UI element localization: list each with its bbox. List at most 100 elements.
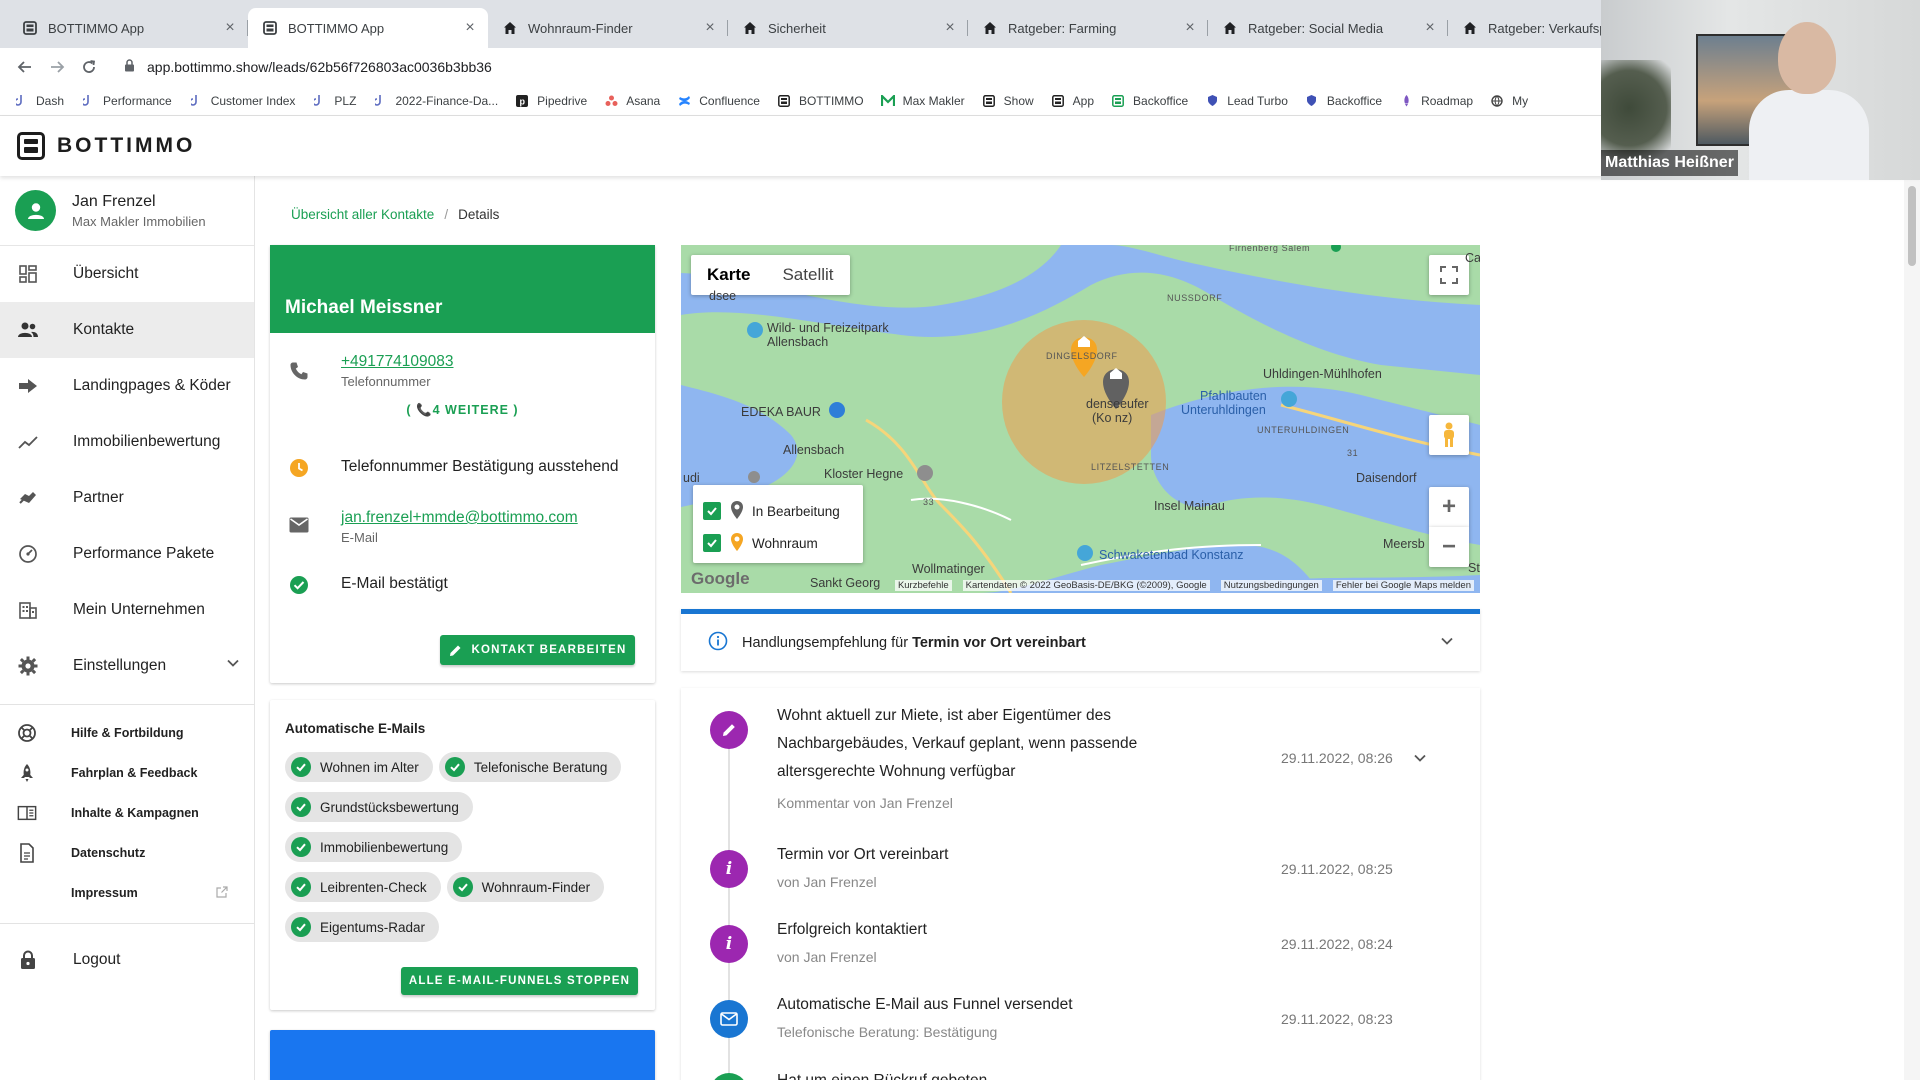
email-funnel-chip[interactable]: Eigentums-Radar <box>285 912 440 942</box>
sidebar-item-kontakte[interactable]: Kontakte <box>0 302 254 358</box>
bookmark-app[interactable]: App <box>1051 94 1094 108</box>
breadcrumb-parent-link[interactable]: Übersicht aller Kontakte <box>291 207 434 222</box>
map[interactable]: Karte Satellit + − In Bearbeitung Wohnra… <box>681 245 1480 593</box>
chevron-down-icon[interactable] <box>1413 751 1427 770</box>
bookmark-roadmap[interactable]: Roadmap <box>1399 94 1473 108</box>
checkbox-checked-icon[interactable] <box>703 502 721 520</box>
browser-tab-bottimmo-2[interactable]: BOTTIMMO App × <box>248 8 488 48</box>
email-funnel-chip[interactable]: Leibrenten-Check <box>285 872 441 902</box>
bookmark-my[interactable]: My <box>1490 94 1528 108</box>
edit-contact-button[interactable]: KONTAKT BEARBEITEN <box>440 635 635 665</box>
email-link[interactable]: jan.frenzel+mmde@bottimmo.com <box>341 509 578 526</box>
pencil-icon <box>449 645 461 656</box>
legend-wohnraum[interactable]: Wohnraum <box>703 531 818 555</box>
forward-icon[interactable] <box>42 52 72 82</box>
sidebar-item-uebersicht[interactable]: Übersicht <box>0 246 254 302</box>
chip-label: Eigentums-Radar <box>320 919 426 935</box>
sidebar-item-performance-pakete[interactable]: Performance Pakete <box>0 526 254 582</box>
sidebar-item-fahrplan[interactable]: Fahrplan & Feedback <box>0 753 254 793</box>
phone-link[interactable]: +491774109083 <box>341 353 454 370</box>
bookmark-confluence[interactable]: Confluence <box>677 94 760 108</box>
bottimmo-favicon <box>22 20 38 36</box>
close-icon[interactable]: × <box>462 19 478 37</box>
chevron-down-icon[interactable] <box>1440 634 1454 652</box>
legend-in-bearbeitung[interactable]: In Bearbeitung <box>703 499 840 523</box>
map-shortcuts-link[interactable]: Kurzbefehle <box>894 579 952 591</box>
close-icon[interactable]: × <box>222 19 238 37</box>
timeline-subtitle: Kommentar von Jan Frenzel <box>777 795 953 811</box>
secondary-navigation: Hilfe & Fortbildung Fahrplan & Feedback … <box>0 713 254 913</box>
chip-label: Grundstücksbewertung <box>320 799 459 815</box>
bottimmo-icon <box>982 94 996 108</box>
more-phone-numbers-button[interactable]: ( 📞4 WEITERE ) <box>270 403 655 418</box>
close-icon[interactable]: × <box>702 19 718 37</box>
bookmark-max-makler[interactable]: Max Makler <box>880 94 965 108</box>
map-type-satellit[interactable]: Satellit <box>766 255 849 295</box>
email-funnel-chip[interactable]: Grundstücksbewertung <box>285 792 473 822</box>
map-report-link[interactable]: Fehler bei Google Maps melden <box>1332 579 1474 591</box>
zoom-out-button[interactable]: − <box>1429 527 1469 567</box>
url-host: app.bottimmo.show <box>147 59 269 75</box>
map-label: Meersb <box>1383 537 1425 551</box>
close-icon[interactable]: × <box>942 19 958 37</box>
browser-tab-wohnraum-finder[interactable]: Wohnraum-Finder × <box>488 8 728 48</box>
fullscreen-button[interactable] <box>1429 255 1469 295</box>
zoom-in-button[interactable]: + <box>1429 487 1469 527</box>
map-terms-link[interactable]: Nutzungsbedingungen <box>1220 579 1322 591</box>
chevron-down-icon[interactable] <box>226 656 240 675</box>
bookmark-show[interactable]: Show <box>982 94 1034 108</box>
browser-tab-bottimmo-1[interactable]: BOTTIMMO App × <box>8 8 248 48</box>
sidebar-item-impressum[interactable]: Impressum <box>0 873 254 913</box>
logout-button[interactable]: Logout <box>0 932 254 988</box>
action-recommendation[interactable]: Handlungsempfehlung für Termin vor Ort v… <box>681 609 1480 671</box>
close-icon[interactable]: × <box>1182 19 1198 37</box>
map-label: denseeufer <box>1086 397 1149 411</box>
bookmark-customer-index[interactable]: Customer Index <box>189 94 295 108</box>
bookmark-lead-turbo[interactable]: Lead Turbo <box>1205 94 1288 108</box>
house-icon <box>742 20 758 36</box>
email-funnel-chip[interactable]: Wohnen im Alter <box>285 752 433 782</box>
address-bar[interactable]: app.bottimmo.show/leads/62b56f726803ac00… <box>124 59 492 75</box>
pegman-icon <box>1444 422 1454 447</box>
stop-all-funnels-button[interactable]: ALLE E-MAIL-FUNNELS STOPPEN <box>401 967 638 995</box>
sidebar-item-inhalte[interactable]: Inhalte & Kampagnen <box>0 793 254 833</box>
bookmark-asana[interactable]: Asana <box>604 94 660 108</box>
user-profile[interactable]: Jan Frenzel Max Makler Immobilien <box>0 176 254 246</box>
bookmark-bottimmo[interactable]: BOTTIMMO <box>777 94 864 108</box>
map-label: Wollmatinger <box>912 562 985 576</box>
sidebar-item-einstellungen[interactable]: Einstellungen <box>0 638 254 694</box>
browser-tab-social-media[interactable]: Ratgeber: Social Media × <box>1208 8 1448 48</box>
bookmark-plz[interactable]: PLZ <box>312 94 356 108</box>
email-funnel-chip[interactable]: Immobilienbewertung <box>285 832 463 862</box>
sidebar-item-hilfe[interactable]: Hilfe & Fortbildung <box>0 713 254 753</box>
browser-tab-farming[interactable]: Ratgeber: Farming × <box>968 8 1208 48</box>
scrollbar-thumb[interactable] <box>1908 186 1916 266</box>
bookmark-backoffice[interactable]: Backoffice <box>1111 94 1188 108</box>
bookmark-performance[interactable]: Performance <box>81 94 172 108</box>
bookmark-dash[interactable]: Dash <box>14 94 64 108</box>
reload-icon[interactable] <box>74 52 104 82</box>
page-scrollbar[interactable] <box>1904 176 1920 1080</box>
automatic-emails-title: Automatische E-Mails <box>285 721 426 736</box>
rocket-icon <box>17 763 37 783</box>
sidebar-item-datenschutz[interactable]: Datenschutz <box>0 833 254 873</box>
close-icon[interactable]: × <box>1422 19 1438 37</box>
email-funnel-chip[interactable]: Telefonische Beratung <box>438 752 622 782</box>
email-funnel-chip[interactable]: Wohnraum-Finder <box>446 872 605 902</box>
back-icon[interactable] <box>10 52 40 82</box>
sidebar-item-mein-unternehmen[interactable]: Mein Unternehmen <box>0 582 254 638</box>
checkbox-checked-icon[interactable] <box>703 534 721 552</box>
bookmark-pipedrive[interactable]: p Pipedrive <box>515 94 587 108</box>
browser-tab-sicherheit[interactable]: Sicherheit × <box>728 8 968 48</box>
email-label: E-Mail <box>341 530 378 545</box>
tab-title: BOTTIMMO App <box>288 20 385 36</box>
bookmark-backoffice[interactable]: Backoffice <box>1305 94 1382 108</box>
bookmark-2022-finance-da[interactable]: 2022-Finance-Da... <box>373 94 498 108</box>
bottimmo-logo[interactable]: BOTTIMMO <box>17 132 195 160</box>
chip-label: Leibrenten-Check <box>320 879 427 895</box>
street-view-pegman[interactable] <box>1429 415 1469 455</box>
sidebar-item-immobilienbewertung[interactable]: Immobilienbewertung <box>0 414 254 470</box>
sidebar-item-landingpages[interactable]: Landingpages & Köder <box>0 358 254 414</box>
sidebar-item-partner[interactable]: Partner <box>0 470 254 526</box>
arrow-forward-icon <box>17 375 39 397</box>
